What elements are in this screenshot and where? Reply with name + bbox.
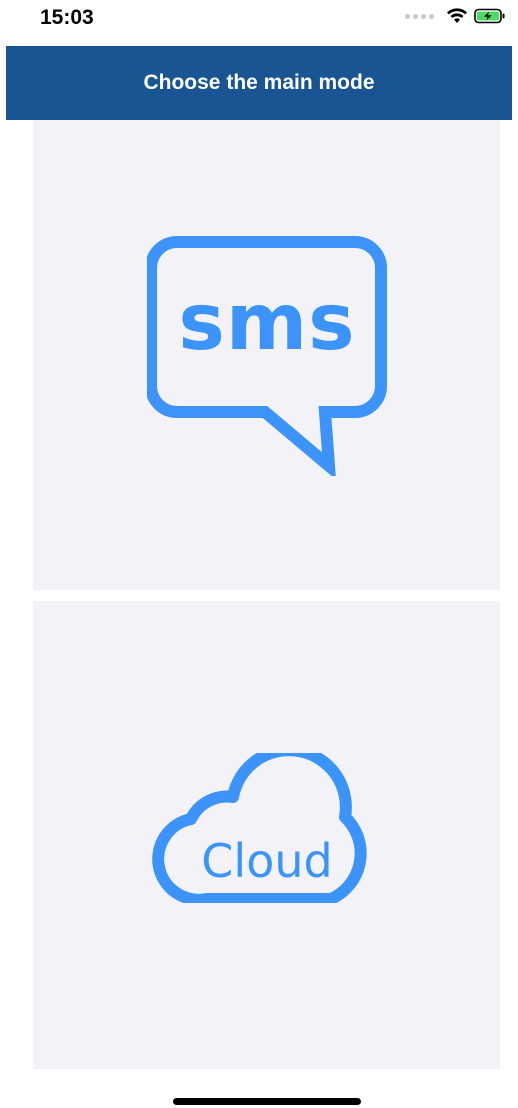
page-title: Choose the main mode: [143, 71, 375, 94]
status-bar: 15:03: [0, 0, 518, 46]
signal-dots-icon: [405, 13, 434, 19]
home-indicator[interactable]: [173, 1098, 361, 1105]
cloud-icon: Cloud: [147, 753, 387, 903]
battery-charging-icon: [474, 8, 505, 24]
sms-speech-bubble-icon: sms: [147, 236, 387, 476]
header-bar: Choose the main mode: [6, 46, 512, 120]
status-time: 15:03: [40, 6, 94, 29]
screen: 15:03 Choose the main mode sms Cloud: [0, 0, 518, 1108]
cloud-label: Cloud: [201, 834, 333, 888]
cloud-mode-button[interactable]: Cloud: [33, 601, 500, 1069]
sms-mode-button[interactable]: sms: [33, 120, 500, 590]
status-icons: [405, 8, 506, 24]
wifi-icon: [447, 8, 467, 23]
sms-label: sms: [178, 278, 356, 368]
